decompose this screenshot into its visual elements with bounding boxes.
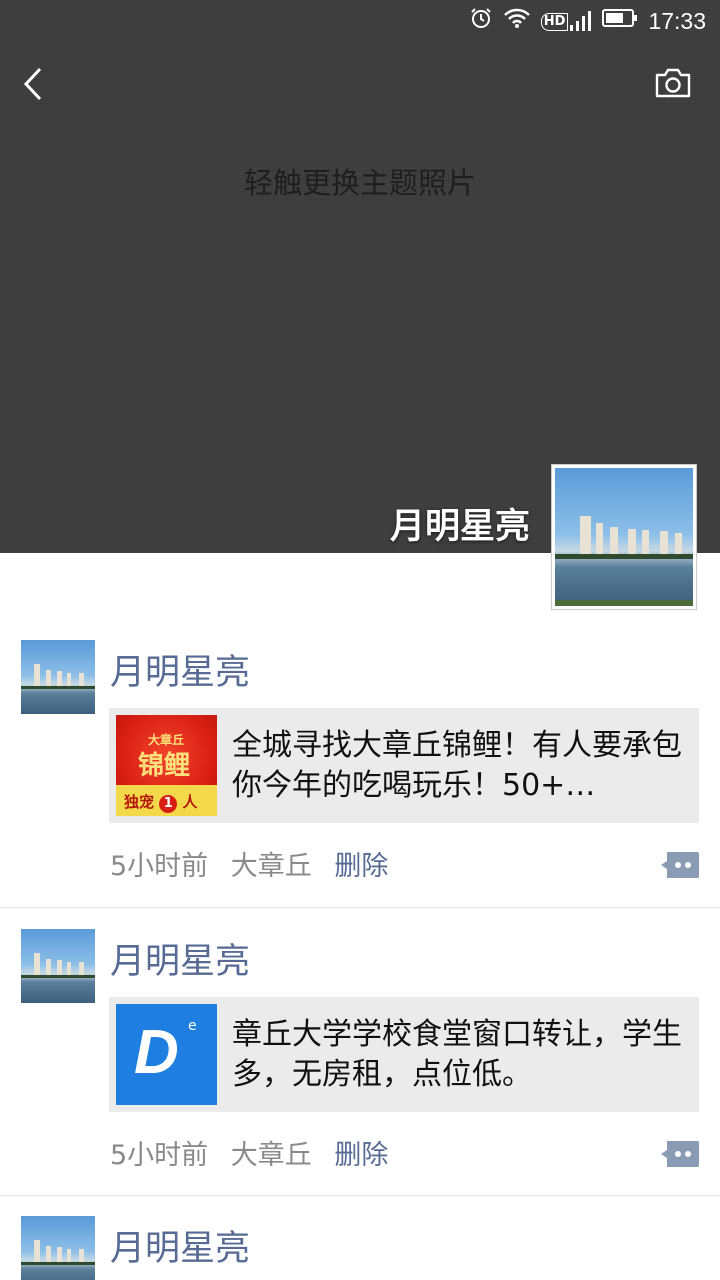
hd-signal-icon: HD [540,11,593,31]
wifi-icon [503,7,531,35]
status-bar: HD 17:33 [0,0,720,42]
share-thumbnail-koi: 大章丘 锦鲤 独宠 1 人 [116,715,217,816]
camera-icon [655,68,691,98]
share-title: 章丘大学学校食堂窗口转让，学生多，无房租，点位低。 [232,1017,682,1092]
alarm-icon [469,6,493,36]
divider [0,1195,720,1196]
thumb-main-text: 锦鲤 [138,751,191,781]
post-location: 大章丘 [230,851,312,882]
divider [0,907,720,908]
cover-hint[interactable]: 轻触更换主题照片 [0,160,720,202]
battery-icon [602,8,638,34]
post-avatar[interactable] [21,1216,95,1280]
moment-post: 月明星亮 [0,1216,720,1280]
back-button[interactable] [18,62,58,106]
post-time: 5小时前 [110,1140,209,1171]
share-thumbnail-app-logo: D e [116,1004,217,1105]
comment-button[interactable] [661,1141,699,1167]
post-author[interactable]: 月明星亮 [110,1220,250,1271]
comment-bubble-icon [661,852,699,878]
post-meta: 5小时前 大章丘 删除 [110,1133,402,1172]
profile-avatar[interactable] [551,464,697,610]
post-author[interactable]: 月明星亮 [110,933,250,984]
status-time: 17:33 [648,7,706,34]
post-author[interactable]: 月明星亮 [110,644,250,695]
back-arrow-icon [23,67,42,101]
thumb-bottom-text: 独宠 1 人 [124,793,198,813]
moment-post: 月明星亮 大章丘 锦鲤 独宠 1 人 全城寻找大章丘锦鲤！有人要承包你今年的吃喝… [0,640,720,908]
profile-name[interactable]: 月明星亮 [390,498,530,549]
post-meta: 5小时前 大章丘 删除 [110,844,402,883]
thumb-letter: D [134,1018,179,1087]
comment-button[interactable] [661,852,699,878]
avatar-image [555,468,693,606]
delete-link[interactable]: 删除 [334,1140,388,1171]
camera-button[interactable] [654,66,692,100]
thumb-sup: e [188,1018,197,1034]
share-title: 全城寻找大章丘锦鲤！有人要承包你今年的吃喝玩乐！50+… [232,728,682,803]
comment-bubble-icon [661,1141,699,1167]
share-link-card[interactable]: D e 章丘大学学校食堂窗口转让，学生多，无房租，点位低。 [109,997,699,1112]
post-time: 5小时前 [110,851,209,882]
hd-label: HD [540,13,569,31]
share-link-card[interactable]: 大章丘 锦鲤 独宠 1 人 全城寻找大章丘锦鲤！有人要承包你今年的吃喝玩乐！50… [109,708,699,823]
post-avatar[interactable] [21,929,95,1003]
moment-post: 月明星亮 D e 章丘大学学校食堂窗口转让，学生多，无房租，点位低。 5小时前 … [0,929,720,1197]
post-avatar[interactable] [21,640,95,714]
delete-link[interactable]: 删除 [334,851,388,882]
post-location: 大章丘 [230,1140,312,1171]
